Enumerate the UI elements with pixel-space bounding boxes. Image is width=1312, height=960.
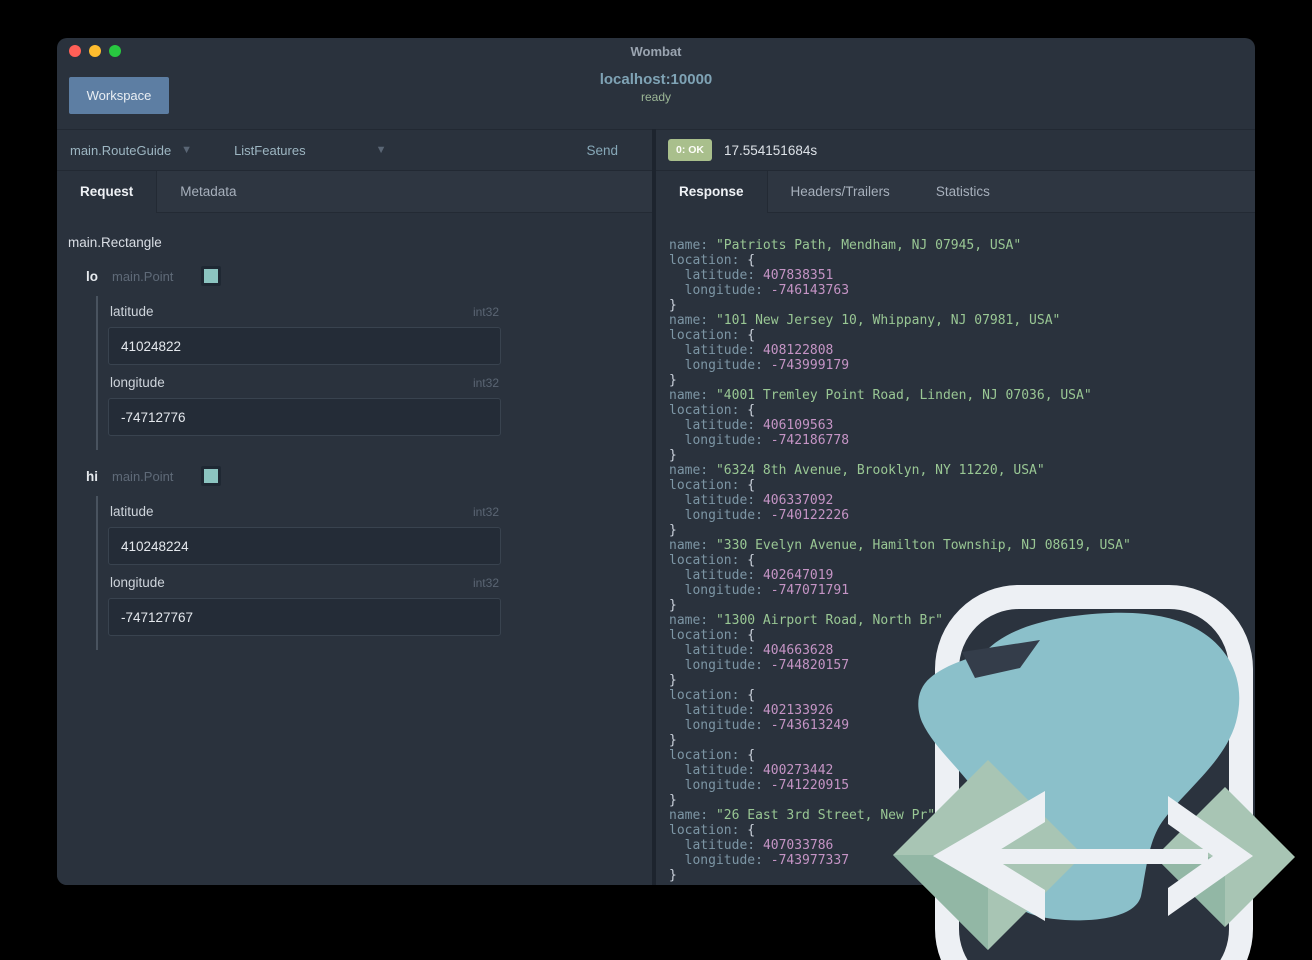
status-badge: 0: OK (668, 139, 712, 161)
field-lo-group: latitude int32 longitude int32 (96, 296, 501, 450)
response-tab-statistics[interactable]: Statistics (913, 171, 1013, 212)
response-tabbar: Response Headers/Trailers Statistics (656, 171, 1255, 213)
zoom-window-icon[interactable] (109, 45, 121, 57)
window-title: Wombat (630, 44, 682, 59)
chevron-down-icon: ▼ (375, 144, 387, 156)
call-duration: 17.554151684s (724, 142, 818, 158)
request-form: main.Rectangle lo main.Point latitude int32… (57, 213, 652, 885)
lo-longitude-input[interactable] (108, 398, 501, 436)
field-enabled-checkbox[interactable] (201, 466, 222, 486)
field-type: main.Point (112, 268, 174, 284)
hi-latitude-field: latitude int32 (108, 504, 501, 565)
field-type: main.Point (112, 468, 174, 484)
chevron-down-icon: ▼ (181, 144, 193, 156)
field-label: longitude (110, 375, 165, 390)
request-tab-metadata[interactable]: Metadata (157, 171, 259, 212)
result-bar: 0: OK 17.554151684s (656, 129, 1255, 171)
response-view[interactable]: name: "Patriots Path, Mendham, NJ 07945,… (656, 213, 1255, 885)
title-bar: Wombat (57, 38, 1255, 65)
field-enabled-checkbox[interactable] (201, 266, 222, 286)
response-code: name: "Patriots Path, Mendham, NJ 07945,… (669, 238, 1131, 883)
close-window-icon[interactable] (69, 45, 81, 57)
request-pane: main.RouteGuide ▼ ListFeatures ▼ Send Re… (57, 129, 652, 885)
lo-latitude-field: latitude int32 (108, 304, 501, 365)
method-select-label: ListFeatures (234, 142, 306, 158)
send-button[interactable]: Send (586, 143, 618, 158)
connection-status: ready (640, 90, 672, 104)
hi-latitude-input[interactable] (108, 527, 501, 565)
request-tabbar: Request Metadata (57, 171, 652, 213)
server-address: localhost:10000 (599, 71, 713, 88)
minimize-window-icon[interactable] (89, 45, 101, 57)
lo-longitude-field: longitude int32 (108, 375, 501, 436)
lo-latitude-input[interactable] (108, 327, 501, 365)
service-select[interactable]: main.RouteGuide ▼ (70, 143, 192, 158)
field-scalar-type: int32 (472, 304, 499, 319)
field-hi-header: hi main.Point (86, 466, 639, 486)
hi-longitude-field: longitude int32 (108, 575, 501, 636)
field-name: lo (86, 268, 98, 284)
response-tab-headers-trailers[interactable]: Headers/Trailers (768, 171, 913, 212)
field-hi-group: latitude int32 longitude int32 (96, 496, 501, 650)
field-name: hi (86, 468, 98, 484)
request-toolbar: main.RouteGuide ▼ ListFeatures ▼ Send (57, 129, 652, 171)
field-label: longitude (110, 575, 165, 590)
response-tab-response[interactable]: Response (656, 171, 767, 213)
service-select-label: main.RouteGuide (70, 142, 172, 158)
checkbox-check-icon (204, 469, 219, 483)
request-tab-request[interactable]: Request (57, 171, 157, 213)
field-scalar-type: int32 (472, 375, 499, 390)
field-lo-header: lo main.Point (86, 266, 639, 286)
field-label: latitude (110, 504, 154, 519)
response-pane: 0: OK 17.554151684s Response Headers/Trai… (656, 129, 1255, 885)
hi-longitude-input[interactable] (108, 598, 501, 636)
method-select[interactable]: ListFeatures ▼ (234, 143, 386, 158)
field-label: latitude (110, 304, 154, 319)
app-header: Workspace localhost:10000 ready (57, 65, 1255, 129)
field-scalar-type: int32 (472, 504, 499, 519)
field-scalar-type: int32 (472, 575, 499, 590)
app-window: Wombat Workspace localhost:10000 ready m… (57, 38, 1255, 885)
checkbox-check-icon (204, 269, 219, 283)
message-type-label: main.Rectangle (68, 235, 162, 250)
